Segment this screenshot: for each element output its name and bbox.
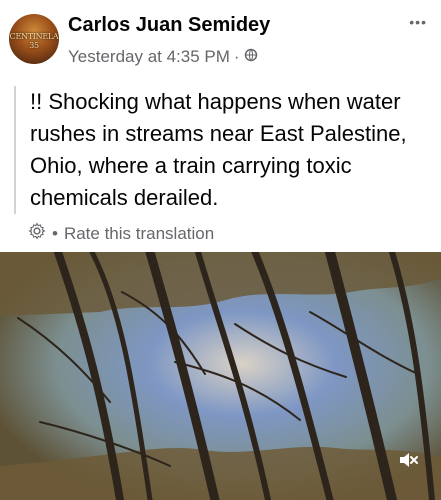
more-options-icon[interactable]: ••• <box>409 14 427 30</box>
gear-icon[interactable] <box>28 222 46 245</box>
rate-translation-link[interactable]: Rate this translation <box>64 224 214 244</box>
meta-separator: · <box>233 47 240 66</box>
muted-speaker-icon[interactable] <box>397 449 419 476</box>
post-text: !! Shocking what happens when water rush… <box>30 89 407 210</box>
video-player[interactable] <box>0 252 441 500</box>
avatar[interactable]: CENTINELA 35 <box>9 14 59 64</box>
video-frame <box>0 252 441 500</box>
post-text-block: !! Shocking what happens when water rush… <box>14 86 440 214</box>
translation-row: • Rate this translation <box>28 222 214 245</box>
globe-icon <box>244 47 258 67</box>
translation-separator: • <box>52 223 58 243</box>
avatar-logo-text: CENTINELA 35 <box>9 32 59 50</box>
post-header: CENTINELA 35 Carlos Juan Semidey Yesterd… <box>0 0 441 80</box>
author-name[interactable]: Carlos Juan Semidey <box>68 14 270 37</box>
post-meta: Yesterday at 4:35 PM · <box>68 47 258 67</box>
timestamp[interactable]: Yesterday at 4:35 PM <box>68 47 230 67</box>
